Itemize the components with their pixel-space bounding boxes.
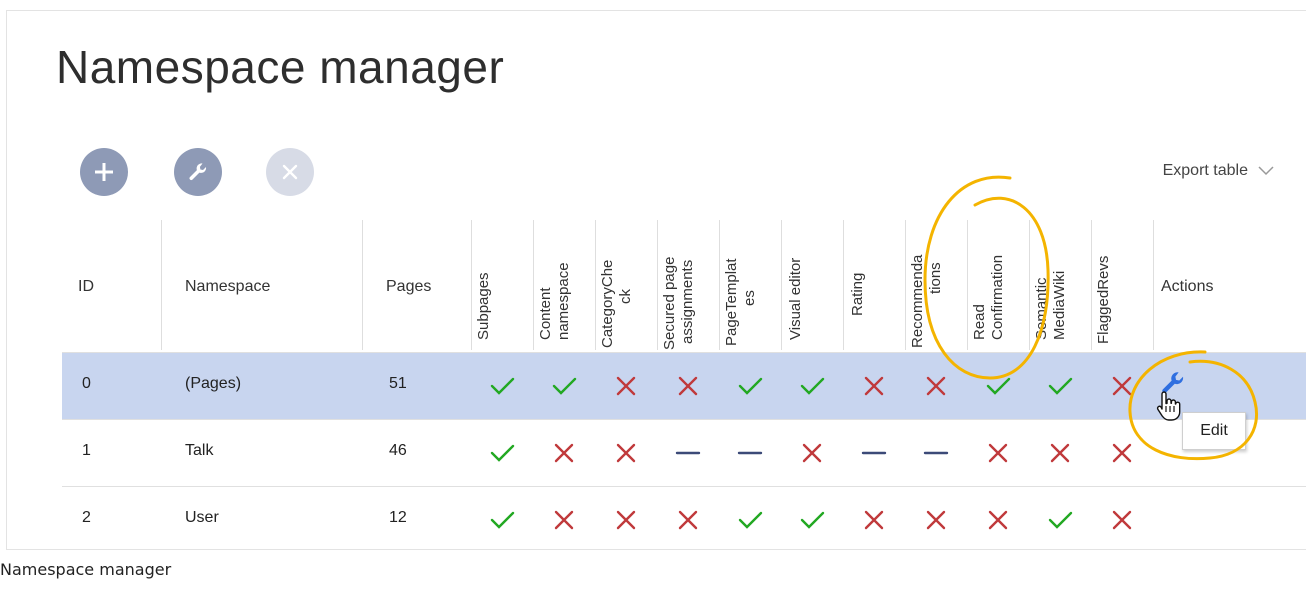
cell-id: 0 [82, 375, 91, 392]
header-id[interactable]: ID [78, 278, 94, 296]
check-icon [490, 511, 515, 529]
cell-namespace: (Pages) [185, 375, 242, 392]
header-flaggedrevs[interactable]: FlaggedRevs [1095, 256, 1113, 344]
edit-tooltip: Edit [1182, 412, 1246, 450]
check-icon [1048, 377, 1073, 395]
column-divider [1029, 220, 1030, 350]
header-rating[interactable]: Rating [849, 273, 867, 316]
dash-icon [737, 451, 763, 455]
check-icon [800, 377, 825, 395]
column-divider [843, 220, 844, 350]
check-icon [1048, 511, 1073, 529]
column-divider [362, 220, 363, 350]
column-divider [595, 220, 596, 350]
table-row[interactable]: 1 Talk 46 [62, 420, 1306, 486]
table-row[interactable]: 0 (Pages) 51 [62, 353, 1306, 419]
check-icon [800, 511, 825, 529]
dash-icon [861, 451, 887, 455]
cross-icon [988, 443, 1008, 463]
header-secured-page-assignments[interactable]: Secured page assignments [661, 257, 697, 350]
header-pages[interactable]: Pages [386, 278, 431, 296]
cell-id: 2 [82, 509, 91, 526]
cross-icon [864, 376, 884, 396]
header-namespace[interactable]: Namespace [185, 278, 270, 296]
header-categorycheck[interactable]: CategoryChe ck [599, 260, 635, 348]
cross-icon [926, 510, 946, 530]
column-divider [719, 220, 720, 350]
cross-icon [802, 443, 822, 463]
hand-cursor-icon [1156, 390, 1182, 427]
column-divider [905, 220, 906, 350]
table-row[interactable]: 2 User 12 [62, 487, 1306, 553]
dash-icon [675, 451, 701, 455]
column-divider [161, 220, 162, 350]
check-icon [552, 377, 577, 395]
header-subpages[interactable]: Subpages [475, 272, 493, 340]
cross-icon [1112, 443, 1132, 463]
cell-pages: 12 [389, 509, 407, 526]
column-divider [1153, 220, 1154, 350]
header-actions: Actions [1161, 278, 1214, 295]
namespace-table: ID Namespace Pages Actions Subpages Cont… [0, 0, 1306, 595]
cell-id: 1 [82, 442, 91, 459]
cross-icon [616, 443, 636, 463]
check-icon [738, 377, 763, 395]
column-divider [967, 220, 968, 350]
cross-icon [678, 376, 698, 396]
cross-icon [554, 443, 574, 463]
cross-icon [988, 510, 1008, 530]
column-divider [781, 220, 782, 350]
header-content-namespace[interactable]: Content namespace [537, 262, 573, 340]
cell-pages: 51 [389, 375, 407, 392]
cross-icon [616, 376, 636, 396]
column-divider [471, 220, 472, 350]
header-visual-editor[interactable]: Visual editor [787, 258, 805, 340]
check-icon [738, 511, 763, 529]
header-semantic-mediawiki[interactable]: Semantic MediaWiki [1033, 271, 1069, 340]
cross-icon [864, 510, 884, 530]
dash-icon [923, 451, 949, 455]
column-divider [657, 220, 658, 350]
cell-namespace: User [185, 509, 219, 526]
check-icon [490, 377, 515, 395]
check-icon [986, 377, 1011, 395]
check-icon [490, 444, 515, 462]
cross-icon [1112, 510, 1132, 530]
cross-icon [926, 376, 946, 396]
column-divider [1091, 220, 1092, 350]
header-pagetemplates[interactable]: PageTemplat es [723, 258, 759, 346]
cross-icon [678, 510, 698, 530]
column-divider [533, 220, 534, 350]
cross-icon [1112, 376, 1132, 396]
cross-icon [616, 510, 636, 530]
cross-icon [1050, 443, 1070, 463]
figure-caption: Namespace manager [0, 560, 172, 579]
header-recommendations[interactable]: Recommenda tions [909, 255, 945, 348]
cell-pages: 46 [389, 442, 407, 459]
cell-namespace: Talk [185, 442, 214, 459]
header-read-confirmation[interactable]: Read Confirmation [971, 255, 1007, 340]
cross-icon [554, 510, 574, 530]
